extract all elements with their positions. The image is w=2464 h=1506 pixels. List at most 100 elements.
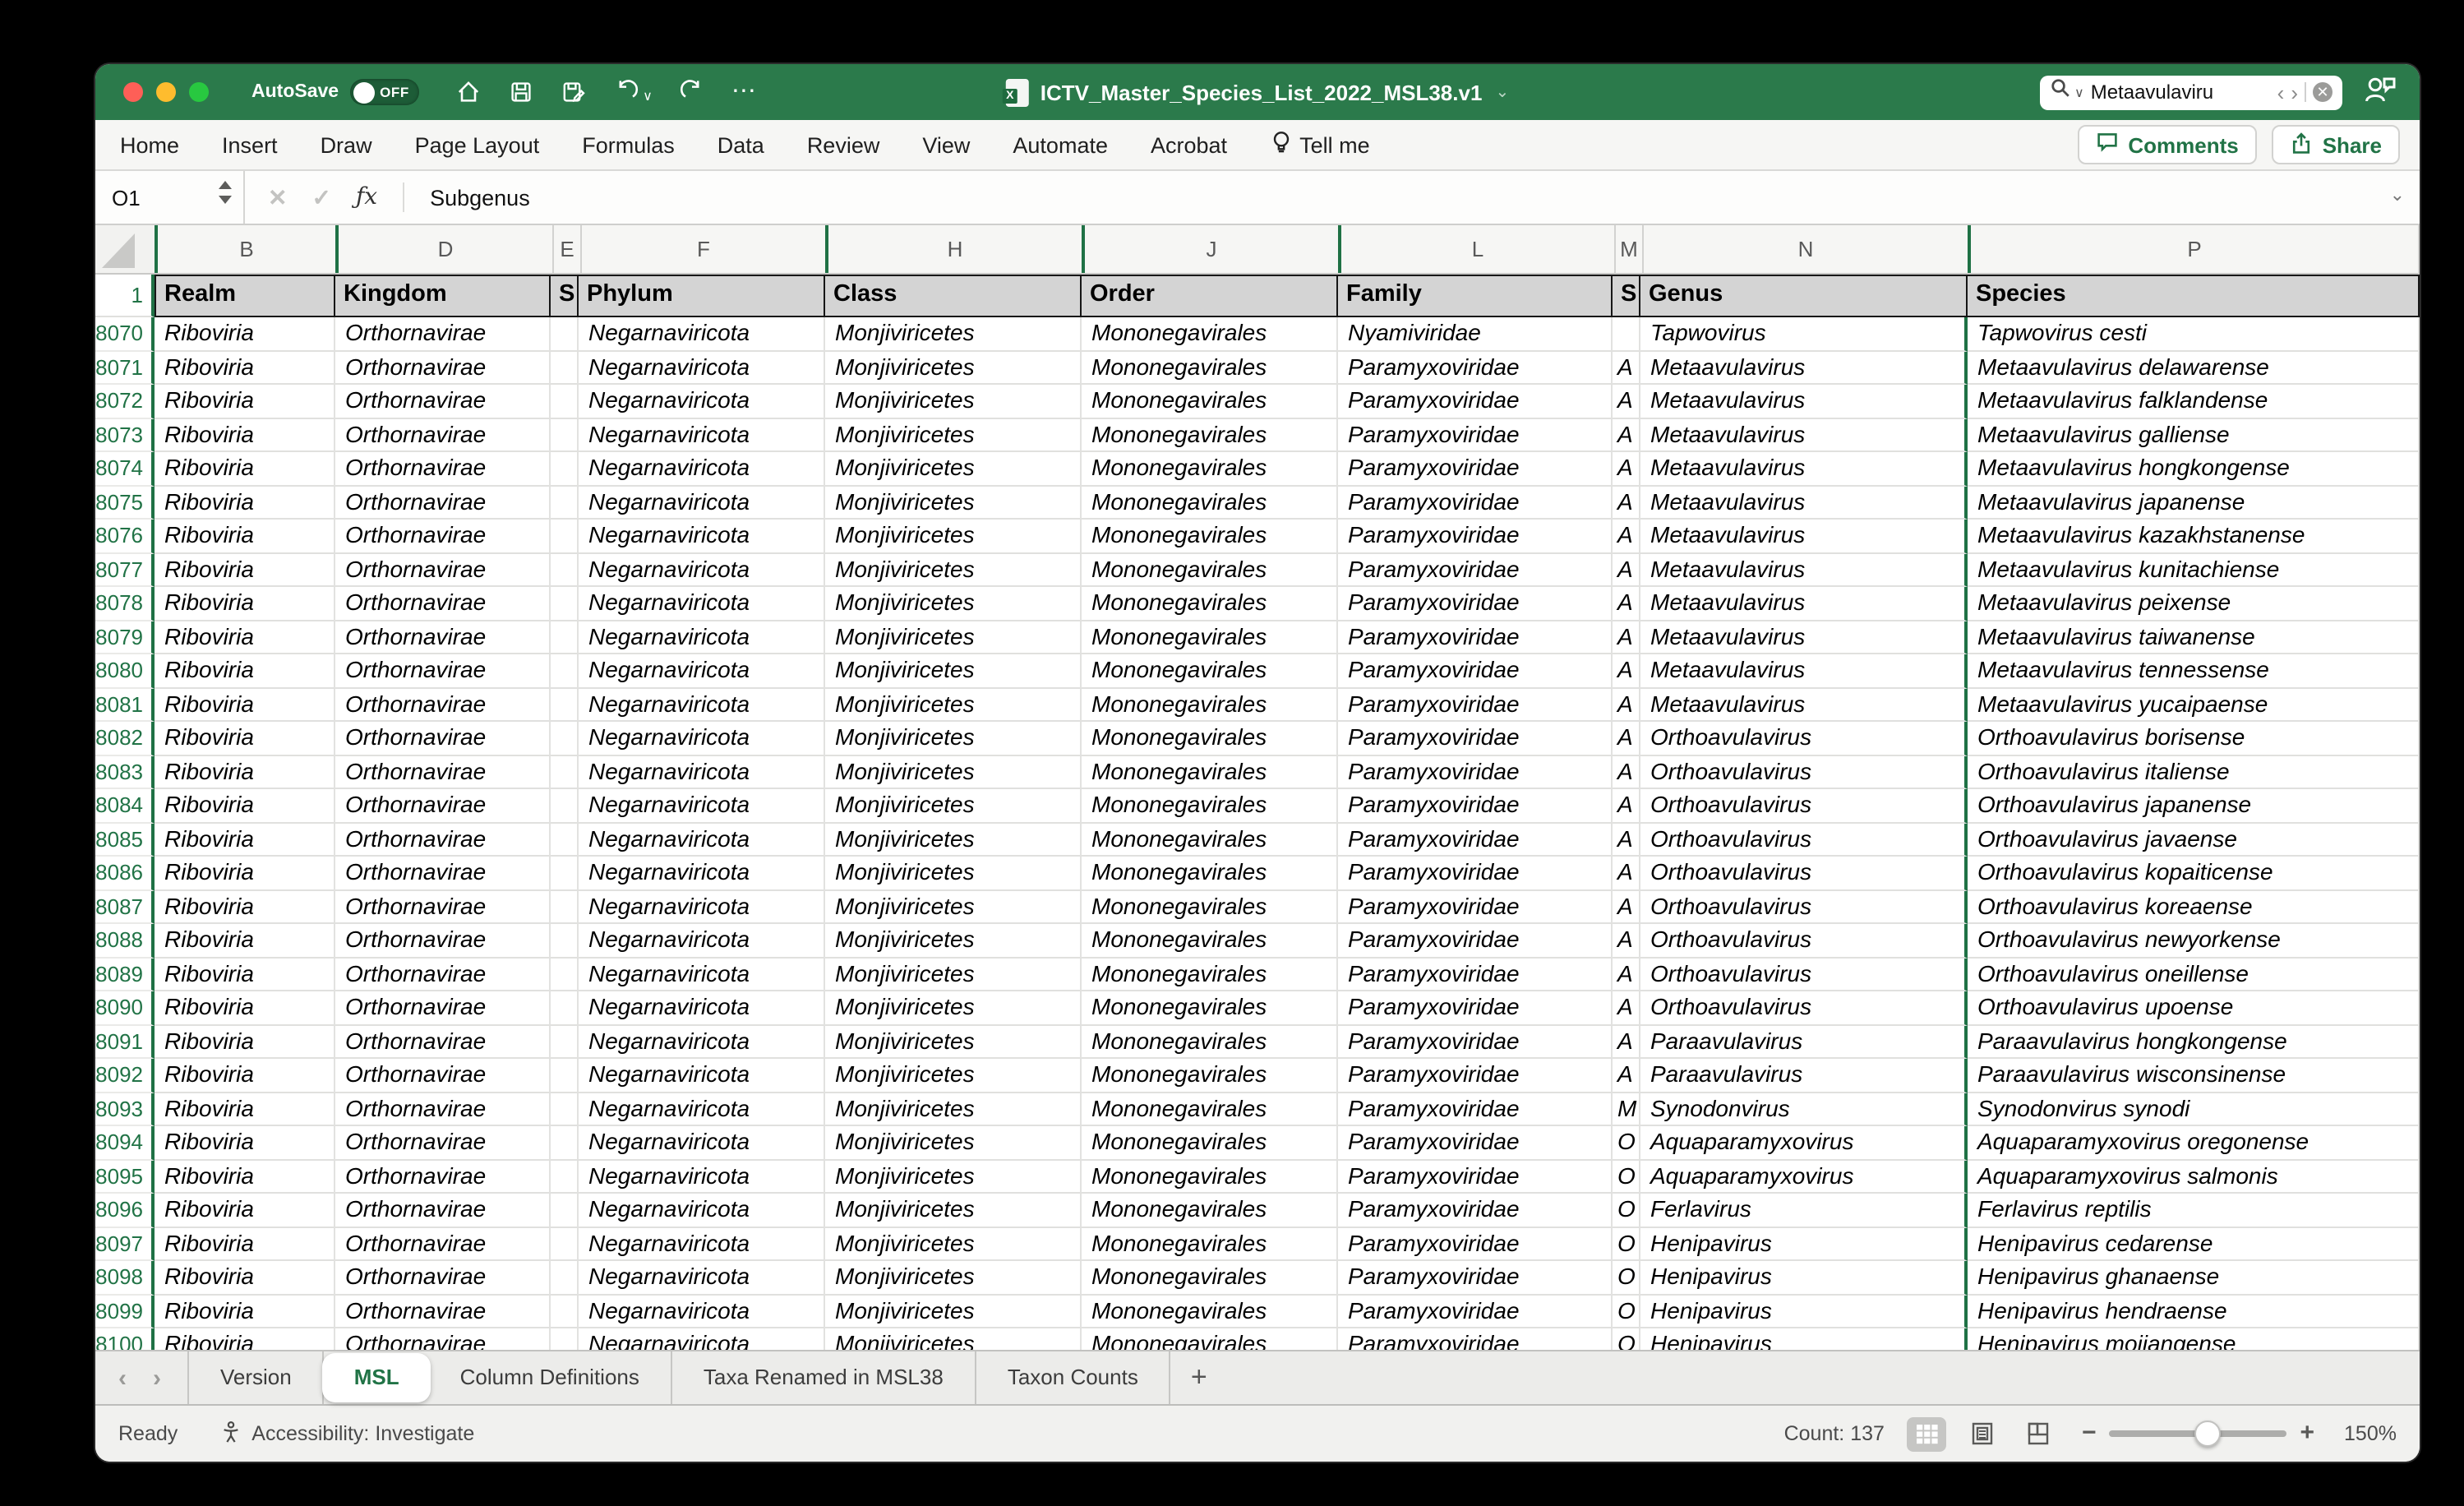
cell-family[interactable]: Paramyxoviridae [1338, 1227, 1613, 1261]
cell-phylum[interactable]: Negarnaviricota [579, 418, 825, 452]
header-cell-species[interactable]: Species [1968, 275, 2420, 317]
cell-family[interactable]: Paramyxoviridae [1338, 688, 1613, 722]
cell-class[interactable]: Monjiviricetes [825, 1194, 1082, 1227]
cell-realm[interactable]: Riboviria [155, 621, 335, 654]
cell-class[interactable]: Monjiviricetes [825, 1295, 1082, 1328]
cell-phylum[interactable]: Negarnaviricota [579, 958, 825, 991]
cell-class[interactable]: Monjiviricetes [825, 452, 1082, 486]
cell-order[interactable]: Mononegavirales [1082, 1160, 1338, 1194]
cell-realm[interactable]: Riboviria [155, 351, 335, 385]
row-number[interactable]: 8077 [95, 553, 155, 587]
cell-genus[interactable]: Henipavirus [1640, 1261, 1968, 1295]
cell-realm[interactable]: Riboviria [155, 1093, 335, 1126]
cell-order[interactable]: Mononegavirales [1082, 621, 1338, 654]
cell-order[interactable]: Mononegavirales [1082, 385, 1338, 418]
cell-genus[interactable]: Metaavulavirus [1640, 520, 1968, 553]
cell-subrealm[interactable] [551, 722, 579, 755]
cell-realm[interactable]: Riboviria [155, 755, 335, 789]
cell-kingdom[interactable]: Orthornavirae [335, 621, 551, 654]
cell-class[interactable]: Monjiviricetes [825, 1126, 1082, 1160]
row-number[interactable]: 8096 [95, 1194, 155, 1227]
cell-genus[interactable]: Tapwovirus [1640, 317, 1968, 351]
comments-button[interactable]: Comments [2077, 125, 2256, 164]
cell-kingdom[interactable]: Orthornavirae [335, 654, 551, 688]
cell-kingdom[interactable]: Orthornavirae [335, 890, 551, 924]
tab-insert[interactable]: Insert [222, 132, 278, 157]
cell-kingdom[interactable]: Orthornavirae [335, 1093, 551, 1126]
stepper-up-icon[interactable] [219, 181, 232, 189]
cell-realm[interactable]: Riboviria [155, 553, 335, 587]
cell-order[interactable]: Mononegavirales [1082, 587, 1338, 621]
cell-order[interactable]: Mononegavirales [1082, 688, 1338, 722]
cell-subrealm[interactable] [551, 1025, 579, 1059]
cell-species[interactable]: Orthoavulavirus koreaense [1968, 890, 2420, 924]
cell-subrealm[interactable] [551, 755, 579, 789]
cell-phylum[interactable]: Negarnaviricota [579, 520, 825, 553]
row-number[interactable]: 8074 [95, 452, 155, 486]
row-number[interactable]: 8081 [95, 688, 155, 722]
sheet-tab-msl[interactable]: MSL [323, 1353, 431, 1402]
cell-kingdom[interactable]: Orthornavirae [335, 722, 551, 755]
cell-realm[interactable]: Riboviria [155, 789, 335, 823]
more-commands-icon[interactable]: ⋯ [731, 84, 758, 100]
cell-family[interactable]: Paramyxoviridae [1338, 1059, 1613, 1093]
cell-class[interactable]: Monjiviricetes [825, 722, 1082, 755]
cell-realm[interactable]: Riboviria [155, 1328, 335, 1350]
cell-order[interactable]: Mononegavirales [1082, 1059, 1338, 1093]
tab-view[interactable]: View [922, 132, 970, 157]
cell-family[interactable]: Paramyxoviridae [1338, 418, 1613, 452]
cell-subrealm[interactable] [551, 1126, 579, 1160]
row-number[interactable]: 8082 [95, 722, 155, 755]
select-all-corner[interactable] [95, 225, 158, 273]
cell-kingdom[interactable]: Orthornavirae [335, 520, 551, 553]
cell-realm[interactable]: Riboviria [155, 722, 335, 755]
cell-subfamily[interactable]: A [1613, 553, 1640, 587]
cell-species[interactable]: Paraavulavirus wisconsinense [1968, 1059, 2420, 1093]
cell-family[interactable]: Paramyxoviridae [1338, 755, 1613, 789]
cell-class[interactable]: Monjiviricetes [825, 1059, 1082, 1093]
cell-family[interactable]: Paramyxoviridae [1338, 789, 1613, 823]
row-number[interactable]: 8098 [95, 1261, 155, 1295]
cell-class[interactable]: Monjiviricetes [825, 823, 1082, 857]
cell-subfamily[interactable]: A [1613, 520, 1640, 553]
row-number[interactable]: 8080 [95, 654, 155, 688]
cell-subrealm[interactable] [551, 317, 579, 351]
column-header-M[interactable]: M [1616, 225, 1644, 273]
cell-kingdom[interactable]: Orthornavirae [335, 688, 551, 722]
tab-acrobat[interactable]: Acrobat [1151, 132, 1227, 157]
cell-family[interactable]: Paramyxoviridae [1338, 1261, 1613, 1295]
share-button[interactable]: Share [2272, 125, 2400, 164]
cell-phylum[interactable]: Negarnaviricota [579, 722, 825, 755]
column-header-F[interactable]: F [582, 225, 828, 273]
cell-family[interactable]: Paramyxoviridae [1338, 621, 1613, 654]
cell-class[interactable]: Monjiviricetes [825, 991, 1082, 1025]
cell-order[interactable]: Mononegavirales [1082, 857, 1338, 890]
cell-kingdom[interactable]: Orthornavirae [335, 755, 551, 789]
column-header-H[interactable]: H [828, 225, 1085, 273]
cell-subfamily[interactable]: A [1613, 991, 1640, 1025]
cell-subfamily[interactable]: A [1613, 351, 1640, 385]
row-number[interactable]: 8090 [95, 991, 155, 1025]
cell-subfamily[interactable]: A [1613, 385, 1640, 418]
cell-order[interactable]: Mononegavirales [1082, 520, 1338, 553]
row-number[interactable]: 8075 [95, 486, 155, 520]
cell-order[interactable]: Mononegavirales [1082, 317, 1338, 351]
cell-subfamily[interactable]: A [1613, 789, 1640, 823]
header-cell-class[interactable]: Class [825, 275, 1082, 317]
sheet-tab-taxa-renamed[interactable]: Taxa Renamed in MSL38 [672, 1351, 976, 1404]
zoom-out-button[interactable]: − [2082, 1425, 2097, 1442]
cell-order[interactable]: Mononegavirales [1082, 1025, 1338, 1059]
cell-species[interactable]: Metaavulavirus peixense [1968, 587, 2420, 621]
cell-subrealm[interactable] [551, 857, 579, 890]
cell-realm[interactable]: Riboviria [155, 1295, 335, 1328]
cell-class[interactable]: Monjiviricetes [825, 351, 1082, 385]
minimize-window-button[interactable] [156, 82, 176, 102]
cell-realm[interactable]: Riboviria [155, 385, 335, 418]
cell-species[interactable]: Ferlavirus reptilis [1968, 1194, 2420, 1227]
cell-order[interactable]: Mononegavirales [1082, 722, 1338, 755]
cell-realm[interactable]: Riboviria [155, 654, 335, 688]
cell-phylum[interactable]: Negarnaviricota [579, 1160, 825, 1194]
cell-subrealm[interactable] [551, 1328, 579, 1350]
header-cell-realm[interactable]: Realm [155, 275, 335, 317]
cell-subrealm[interactable] [551, 823, 579, 857]
